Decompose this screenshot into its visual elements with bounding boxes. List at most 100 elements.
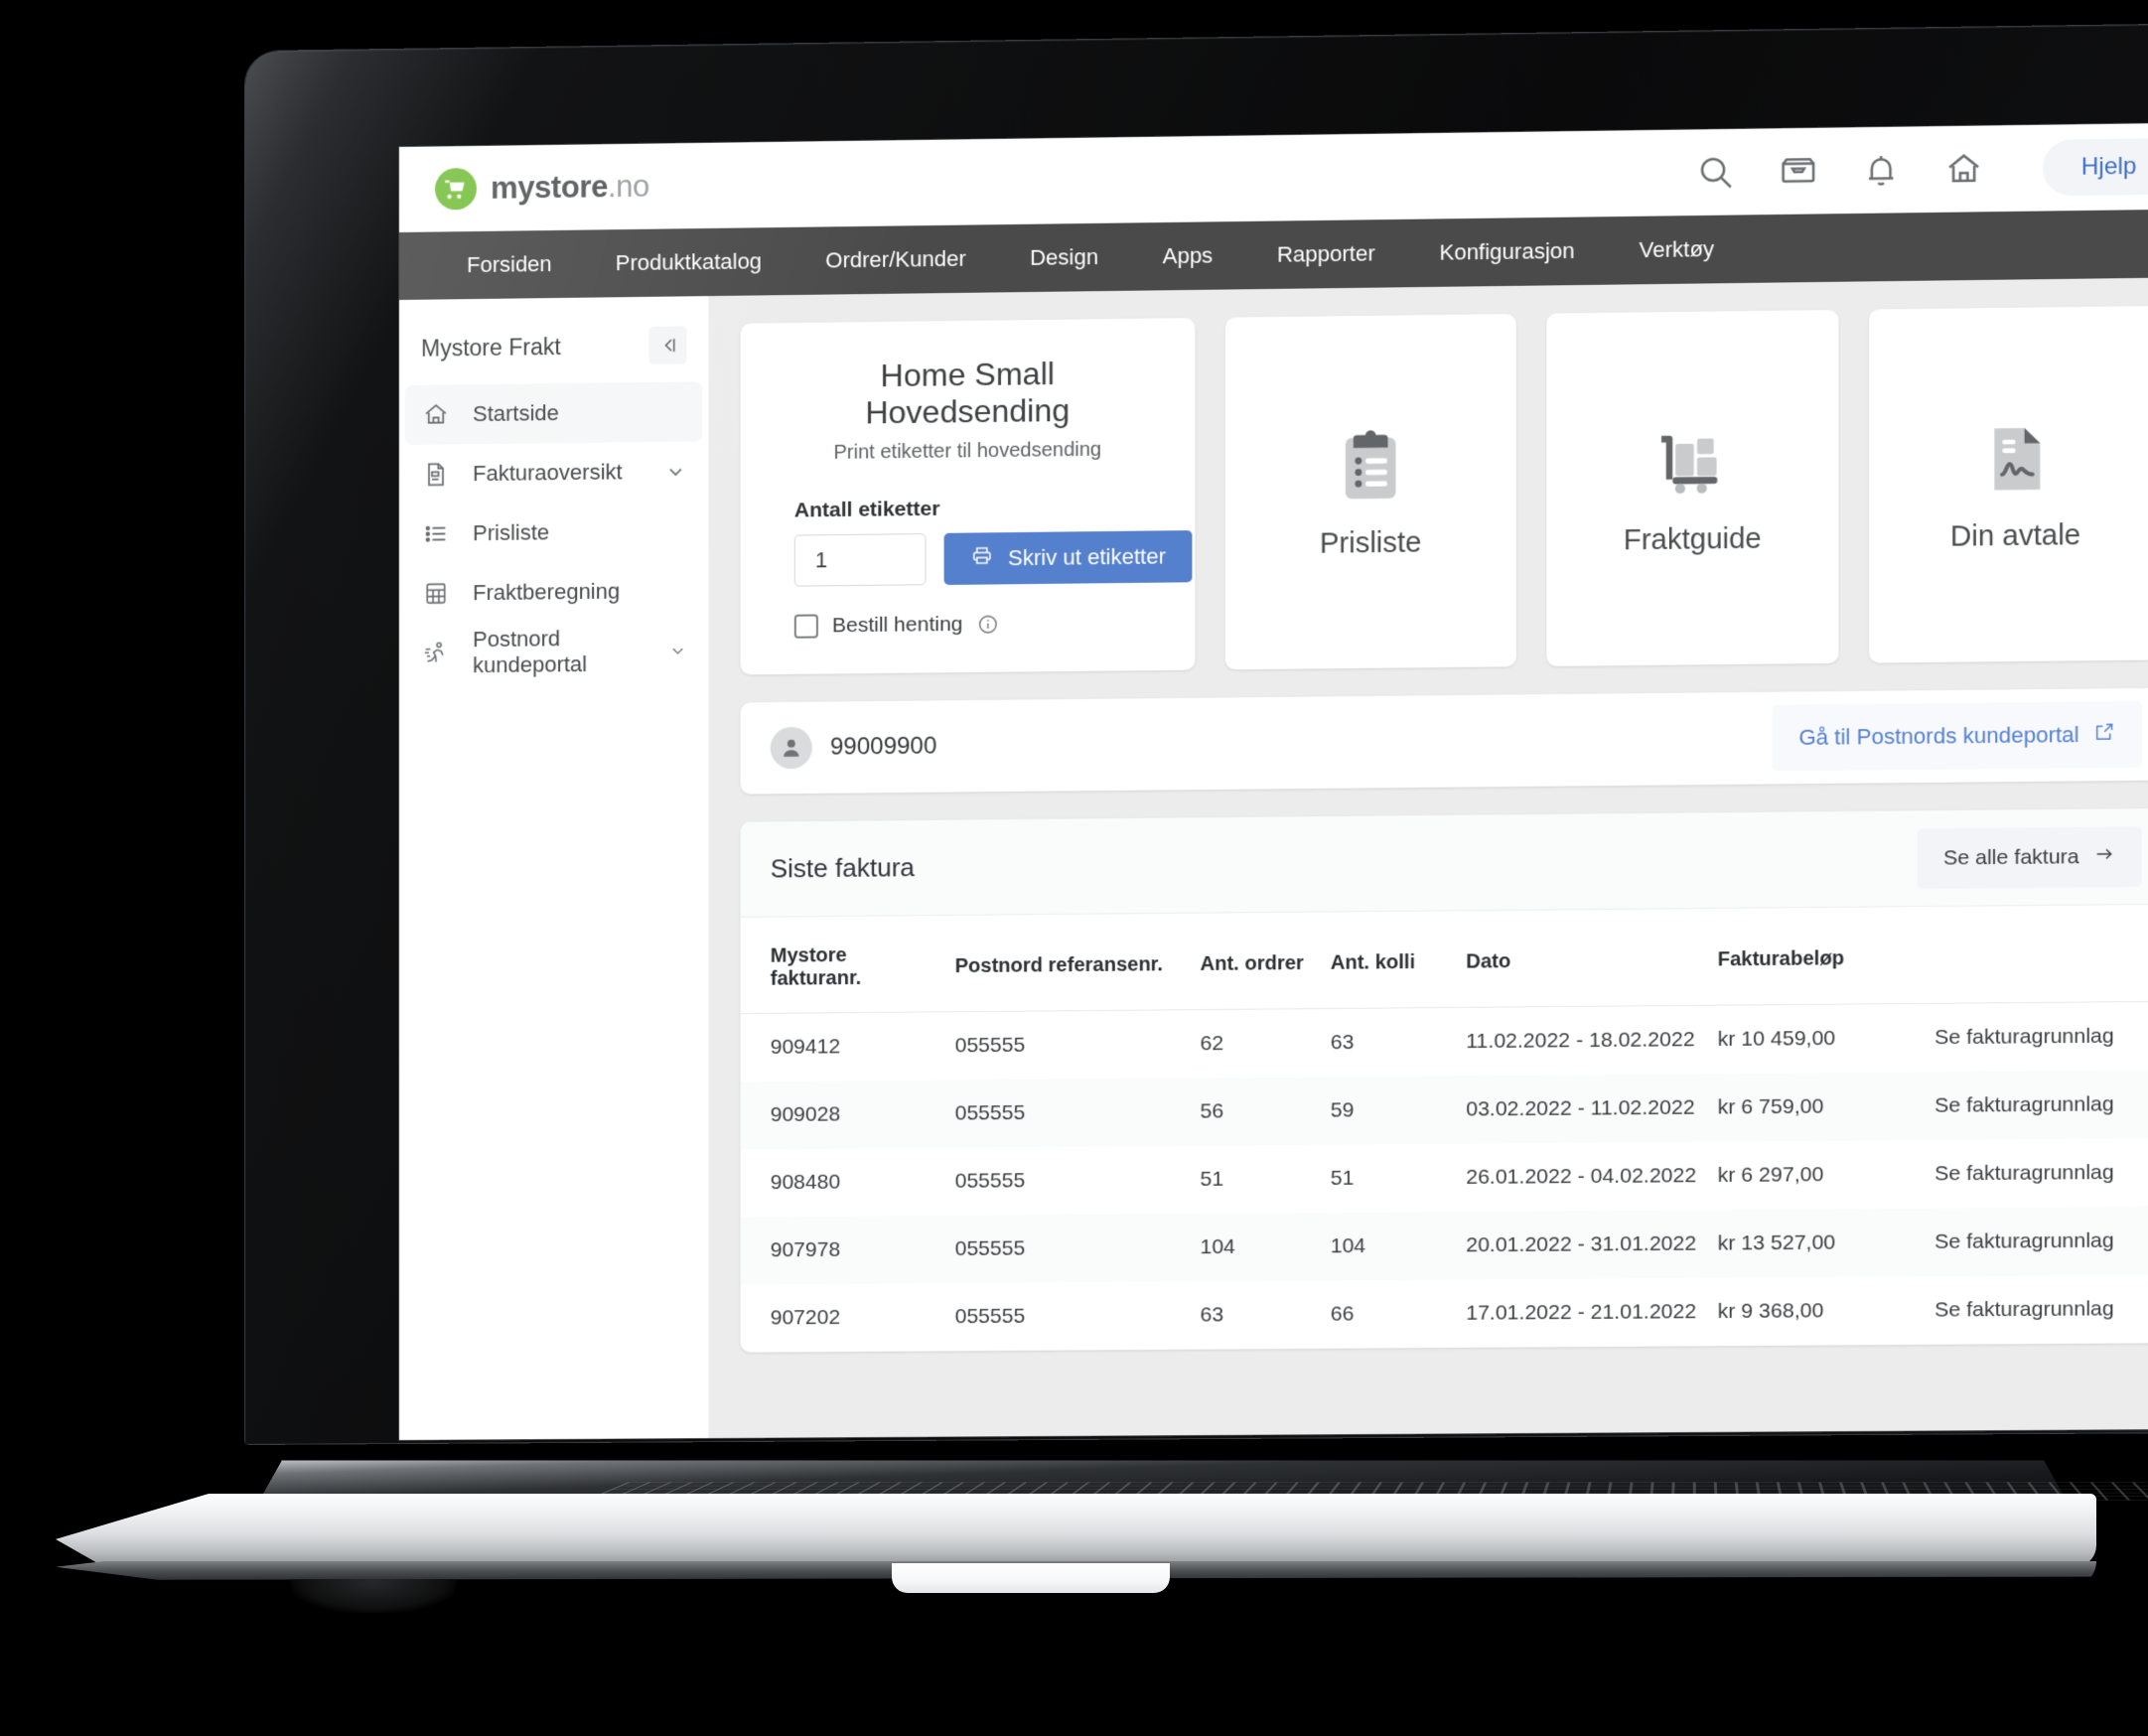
cell-date: 26.01.2022 - 04.02.2022 <box>1466 1164 1697 1189</box>
nav-item-rapporter[interactable]: Rapporter <box>1245 240 1408 268</box>
top-bar-actions: Hjelp <box>1695 137 2148 201</box>
tile-din-avtale[interactable]: Din avtale <box>1868 305 2148 663</box>
laptop-base <box>56 1414 2148 1613</box>
cell-reference-no: 055555 <box>954 1236 1026 1261</box>
table-row[interactable]: 909412 055555 62 63 11.02.2022 - 18.02.2… <box>741 1001 2148 1082</box>
help-label: Hjelp <box>2080 152 2137 181</box>
shopping-cart-icon <box>435 167 478 211</box>
nav-item-konfigurasjon[interactable]: Konfigurasjon <box>1407 237 1607 266</box>
cell-parcels: 63 <box>1330 1030 1355 1055</box>
top-card-row: Home Small Hovedsending Print etiketter … <box>740 305 2148 675</box>
calculator-icon <box>421 578 451 608</box>
nav-item-produktkatalog[interactable]: Produktkatalog <box>584 248 793 277</box>
bell-icon[interactable] <box>1861 150 1902 191</box>
hand-truck-icon <box>1649 419 1736 506</box>
cell-amount: kr 9 368,00 <box>1717 1299 1824 1324</box>
tile-fraktguide[interactable]: Fraktguide <box>1546 309 1839 666</box>
laptop-screen: mystore.no Hjelp Forsiden Produktkatalog… <box>399 122 2148 1441</box>
nav-item-design[interactable]: Design <box>998 244 1130 272</box>
sidebar-item-label: Startside <box>473 400 559 427</box>
sidebar-item-fakturaoversikt[interactable]: Fakturaoversikt <box>405 441 702 505</box>
sidebar-item-postnord-kundeportal[interactable]: Postnord kundeportal <box>405 621 702 683</box>
cell-invoice-no: 909028 <box>770 1102 841 1127</box>
arrow-right-icon <box>2093 842 2115 870</box>
table-row[interactable]: 907202 055555 63 66 17.01.2022 - 21.01.2… <box>741 1275 2148 1353</box>
nav-item-apps[interactable]: Apps <box>1130 242 1244 270</box>
sidebar-title: Mystore Frakt <box>420 333 561 362</box>
see-all-invoices-label: Se alle faktura <box>1943 844 2079 870</box>
printer-icon <box>970 543 994 573</box>
document-icon <box>421 459 451 489</box>
cell-invoice-no: 907978 <box>770 1237 841 1262</box>
inbox-icon[interactable] <box>1779 151 1819 192</box>
col-amount: Fakturabeløp <box>1707 907 1925 1006</box>
order-pickup-checkbox[interactable] <box>793 614 818 639</box>
invoice-table: Mystore fakturanr. Postnord referansenr.… <box>740 904 2148 1353</box>
collapse-left-icon[interactable] <box>648 326 687 364</box>
invoice-basis-link[interactable]: Se fakturagrunnlag <box>1925 1001 2148 1072</box>
cell-reference-no: 055555 <box>954 1100 1026 1125</box>
account-strip: 99009900 Gå til Postnords kundeportal <box>740 687 2148 795</box>
brand-name-light: .no <box>608 168 650 205</box>
nav-item-forsiden[interactable]: Forsiden <box>435 251 584 279</box>
sidebar-item-prisliste[interactable]: Prisliste <box>405 502 702 564</box>
body-area: Mystore Frakt Startside Fakturaoversikt … <box>399 277 2148 1441</box>
brand-logo[interactable]: mystore.no <box>399 166 649 211</box>
cell-date: 20.01.2022 - 31.01.2022 <box>1466 1231 1697 1257</box>
table-header-row: Mystore fakturanr. Postnord referansenr.… <box>740 904 2148 1014</box>
invoice-basis-link[interactable]: Se fakturagrunnlag <box>1925 1207 2148 1276</box>
tile-label: Din avtale <box>1949 518 2081 553</box>
col-reference-no: Postnord referansenr. <box>944 913 1191 1012</box>
cell-orders: 56 <box>1200 1099 1224 1123</box>
home-icon[interactable] <box>1943 149 1984 190</box>
col-parcels: Ant. kolli <box>1320 911 1457 1009</box>
sidebar: Mystore Frakt Startside Fakturaoversikt … <box>399 296 709 1441</box>
sidebar-item-label: Prisliste <box>473 519 550 546</box>
sidebar-header: Mystore Frakt <box>399 314 708 385</box>
invoice-basis-link[interactable]: Se fakturagrunnlag <box>1925 1138 2148 1209</box>
label-print-card: Home Small Hovedsending Print etiketter … <box>740 318 1196 675</box>
nav-item-verktoy[interactable]: Verktøy <box>1607 236 1747 264</box>
table-row[interactable]: 907978 055555 104 104 20.01.2022 - 31.01… <box>740 1206 2148 1285</box>
pickup-checkbox-row: Bestill henting <box>793 611 1141 639</box>
chevron-down-icon[interactable] <box>668 640 686 661</box>
cell-date: 03.02.2022 - 11.02.2022 <box>1466 1095 1695 1121</box>
table-row[interactable]: 909028 055555 56 59 03.02.2022 - 11.02.2… <box>740 1070 2148 1150</box>
see-all-invoices-button[interactable]: Se alle faktura <box>1917 825 2142 889</box>
order-pickup-label: Bestill henting <box>831 612 963 638</box>
table-row[interactable]: 908480 055555 51 51 26.01.2022 - 04.02.2… <box>741 1138 2148 1217</box>
cell-parcels: 66 <box>1330 1302 1355 1326</box>
help-button[interactable]: Hjelp <box>2043 137 2148 197</box>
brand-name: mystore.no <box>491 169 649 207</box>
cell-parcels: 104 <box>1330 1233 1366 1258</box>
nav-item-ordrer-kunder[interactable]: Ordrer/Kunder <box>793 245 998 274</box>
sidebar-item-label: Fakturaoversikt <box>473 459 623 487</box>
print-labels-button[interactable]: Skriv ut etiketter <box>943 530 1193 585</box>
cell-parcels: 51 <box>1330 1166 1355 1190</box>
sidebar-item-startside[interactable]: Startside <box>404 381 703 445</box>
quantity-row: Skriv ut etiketter <box>793 530 1193 587</box>
cell-parcels: 59 <box>1330 1098 1355 1122</box>
clipboard-list-icon <box>1328 423 1414 509</box>
postnord-runner-icon <box>421 638 451 667</box>
list-icon <box>421 518 451 548</box>
quantity-input[interactable] <box>793 533 927 587</box>
cell-invoice-no: 908480 <box>770 1170 841 1195</box>
info-circle-icon[interactable] <box>977 613 999 635</box>
search-icon[interactable] <box>1695 152 1736 193</box>
cell-date: 11.02.2022 - 18.02.2022 <box>1466 1028 1695 1054</box>
cell-invoice-no: 907202 <box>770 1305 841 1330</box>
tile-prisliste[interactable]: Prisliste <box>1224 314 1516 670</box>
card-subtitle: Print etiketter til hovedsending <box>833 438 1102 464</box>
main-content: Home Small Hovedsending Print etiketter … <box>708 277 2148 1439</box>
invoice-basis-link[interactable]: Se fakturagrunnlag <box>1925 1070 2148 1140</box>
postnord-portal-link[interactable]: Gå til Postnords kundeportal <box>1772 701 2142 772</box>
invoice-basis-link[interactable]: Se fakturagrunnlag <box>1925 1275 2148 1345</box>
cell-orders: 63 <box>1200 1303 1224 1327</box>
sidebar-item-fraktberegning[interactable]: Fraktberegning <box>405 561 702 624</box>
print-labels-label: Skriv ut etiketter <box>1008 543 1166 571</box>
home-icon <box>421 399 451 429</box>
chevron-down-icon[interactable] <box>664 461 686 483</box>
cell-orders: 51 <box>1200 1167 1224 1191</box>
invoice-card-header: Siste faktura Se alle faktura <box>740 807 2148 918</box>
